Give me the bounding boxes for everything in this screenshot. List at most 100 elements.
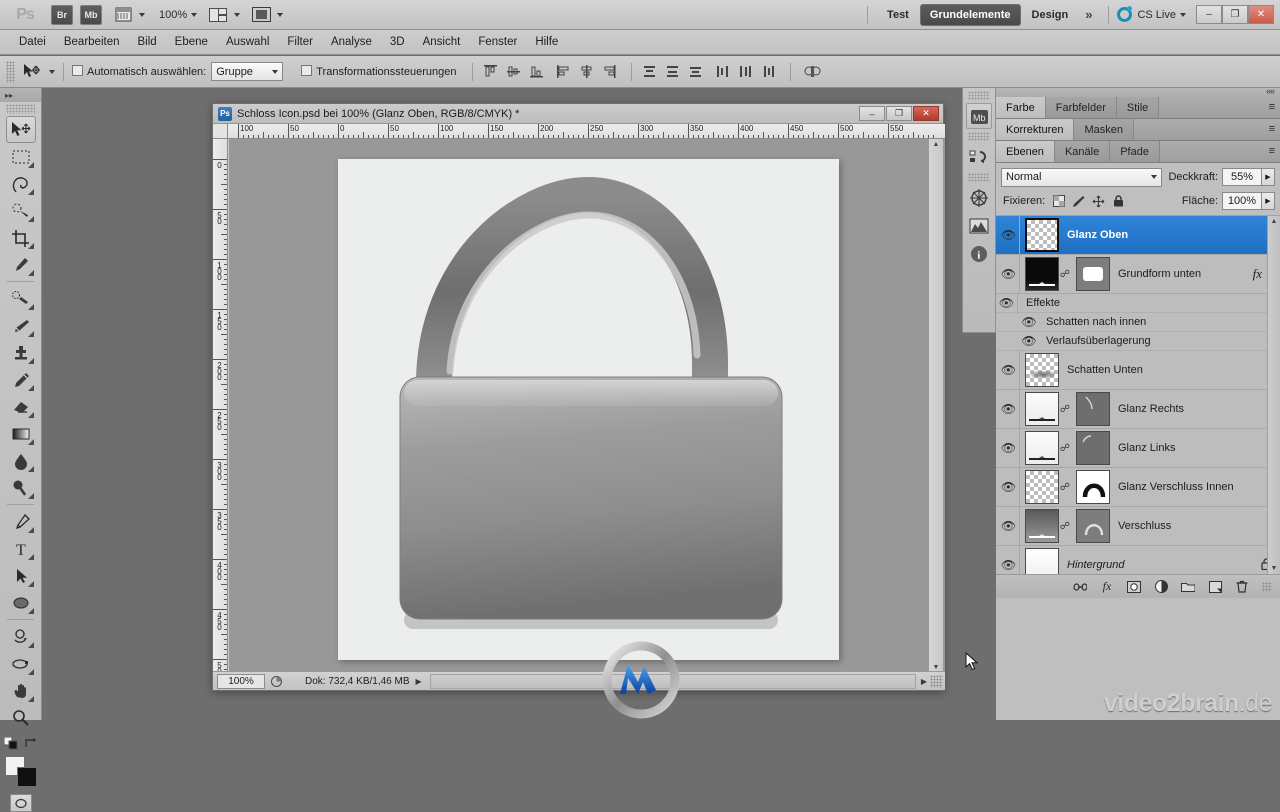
tool-hand-tool[interactable] [6,677,36,704]
screen-mode-dropdown-icon[interactable] [277,12,284,17]
align-bottom-edges-button[interactable] [527,62,546,81]
scroll-up-arrow-icon[interactable]: ▲ [929,141,943,148]
layer-row-hintergrund[interactable]: 👁 Hintergrund [996,545,1280,574]
layer-row-verschluss[interactable]: 👁 ☍ Verschluss [996,506,1280,546]
default-colors-icon[interactable] [4,737,18,750]
new-adjustment-layer-icon[interactable] [1154,580,1168,594]
layer-name[interactable]: Glanz Links [1118,442,1280,454]
layers-scroll-up-icon[interactable]: ▲ [1268,218,1280,225]
layers-scroll-down-icon[interactable]: ▼ [1268,565,1280,572]
layer-name[interactable]: Glanz Verschluss Innen [1118,481,1280,493]
layer-row-schatten-unten[interactable]: 👁 Schatten Unten [996,350,1280,390]
distribute-horizontal-centers-button[interactable] [736,62,755,81]
horizontal-ruler[interactable]: 100 50 0 50 100 150 200 250 300 350 400 450 500 550 [213,124,945,139]
align-left-edges-button[interactable] [554,62,573,81]
layer-visibility-toggle[interactable]: 👁 [998,216,1020,255]
tab-farbfelder[interactable]: Farbfelder [1045,97,1117,118]
auto-select-checkbox[interactable] [72,65,83,76]
restore-button[interactable]: ❐ [1222,5,1248,24]
layer-row-glanz-links[interactable]: 👁 ☍ Glanz Links [996,428,1280,468]
zoom-dropdown-icon[interactable] [191,12,198,17]
options-bar-grip[interactable] [6,60,15,83]
align-horizontal-centers-button[interactable] [577,62,596,81]
workspace-tab-design[interactable]: Design [1023,5,1078,25]
layer-mask-thumbnail[interactable] [1076,257,1110,291]
toolbox-grip[interactable] [6,104,35,114]
tab-masken[interactable]: Masken [1074,119,1135,140]
layer-name[interactable]: Hintergrund [1067,559,1261,571]
menu-ebene[interactable]: Ebene [166,33,217,51]
histogram-icon[interactable] [966,213,992,239]
fill-slider-arrow-icon[interactable]: ▶ [1262,192,1275,210]
zoom-level-display[interactable]: 100% [159,9,187,21]
minimize-button[interactable]: – [1196,5,1222,24]
layer-mask-link-icon[interactable]: ☍ [1059,404,1071,415]
panel-menu-icon-2[interactable]: ≡ [1269,123,1275,135]
ruler-origin-corner[interactable] [213,124,228,139]
align-top-edges-button[interactable] [481,62,500,81]
tool-lasso-tool[interactable] [6,170,36,197]
new-group-icon[interactable] [1181,580,1195,594]
layer-mask-thumbnail[interactable] [1076,431,1110,465]
toolbox-collapse-header[interactable]: ▸▸ [0,88,41,102]
menu-auswahl[interactable]: Auswahl [217,33,278,51]
effect-row-schatten-nach-innen[interactable]: 👁 Schatten nach innen [996,313,1280,332]
layer-thumbnail[interactable] [1025,548,1059,574]
panel-menu-icon-3[interactable]: ≡ [1269,145,1275,157]
layer-name[interactable]: Glanz Oben [1067,229,1280,241]
menu-ansicht[interactable]: Ansicht [414,33,470,51]
workspace-overflow-icon[interactable]: » [1085,7,1092,22]
resize-grip[interactable] [930,674,943,688]
layer-visibility-toggle[interactable]: 👁 [998,506,1020,546]
tool-spot-healing-brush-tool[interactable] [6,285,36,312]
layer-name[interactable]: Grundform unten [1118,268,1253,280]
effect-visibility-toggle[interactable]: 👁 [1018,315,1040,329]
quick-mask-mode-button[interactable] [9,794,32,812]
effect-row-verlaufsueberlagerung[interactable]: 👁 Verlaufsüberlagerung [996,332,1280,351]
workspace-tab-grundelemente[interactable]: Grundelemente [919,3,1021,26]
panel-dock-collapse-grip[interactable] [996,86,1280,97]
layer-thumbnail[interactable] [1025,470,1059,504]
document-title-bar[interactable]: Ps Schloss Icon.psd bei 100% (Glanz Oben… [213,104,943,124]
screen-mode-icon[interactable] [249,5,273,25]
layer-row-glanz-verschluss-innen[interactable]: 👁 ☍ Glanz Verschluss Innen [996,467,1280,507]
new-layer-icon[interactable] [1208,580,1222,594]
menu-bearbeiten[interactable]: Bearbeiten [55,33,129,51]
workspace-tab-test[interactable]: Test [878,5,918,25]
layer-row-grundform-unten[interactable]: 👁 ☍ Grundform unten fx ▲ [996,254,1280,294]
scroll-right-arrow-icon[interactable]: ▶ [918,677,930,686]
layer-name[interactable]: Glanz Rechts [1118,403,1280,415]
history-icon[interactable] [966,144,992,170]
layer-effects-fx-icon[interactable]: fx [1253,266,1262,282]
menu-fenster[interactable]: Fenster [469,33,526,51]
menu-3d[interactable]: 3D [381,33,414,51]
auto-align-layers-button[interactable] [803,62,822,81]
navigator-icon[interactable] [966,185,992,211]
layer-row-glanz-oben[interactable]: 👁 Glanz Oben [996,216,1280,255]
tool-preset-dropdown-icon[interactable] [49,69,55,74]
layer-mask-thumbnail[interactable] [1076,470,1110,504]
layer-row-glanz-rechts[interactable]: 👁 ☍ Glanz Rechts [996,389,1280,429]
panel-resize-grip[interactable] [1262,581,1272,592]
effects-group-row[interactable]: 👁 Effekte [996,293,1280,313]
tool-move-tool[interactable] [5,116,36,143]
opacity-slider-arrow-icon[interactable]: ▶ [1262,168,1275,186]
view-extras-icon[interactable] [111,5,135,25]
transform-controls-checkbox-label[interactable]: Transformationssteuerungen [301,65,456,78]
dock-grip-1[interactable] [968,91,990,100]
layer-thumbnail[interactable] [1025,431,1059,465]
tool-zoom-tool[interactable] [6,704,36,731]
panel-menu-icon-1[interactable]: ≡ [1269,101,1275,113]
lock-position-icon[interactable] [1092,195,1105,208]
arrange-documents-icon[interactable] [206,5,230,25]
vertical-ruler[interactable]: 0 50 100 150 200 250 300 350 400 450 500 [213,139,228,673]
info-icon[interactable]: i [966,241,992,267]
blend-mode-select[interactable]: Normal [1001,167,1163,187]
scroll-down-arrow-icon[interactable]: ▼ [929,664,943,671]
menu-hilfe[interactable]: Hilfe [526,33,567,51]
tool-brush-tool[interactable] [6,312,36,339]
distribute-vertical-centers-button[interactable] [663,62,682,81]
tool-rectangular-marquee-tool[interactable] [6,143,36,170]
layer-thumbnail[interactable] [1025,257,1059,291]
tab-pfade[interactable]: Pfade [1110,141,1160,162]
